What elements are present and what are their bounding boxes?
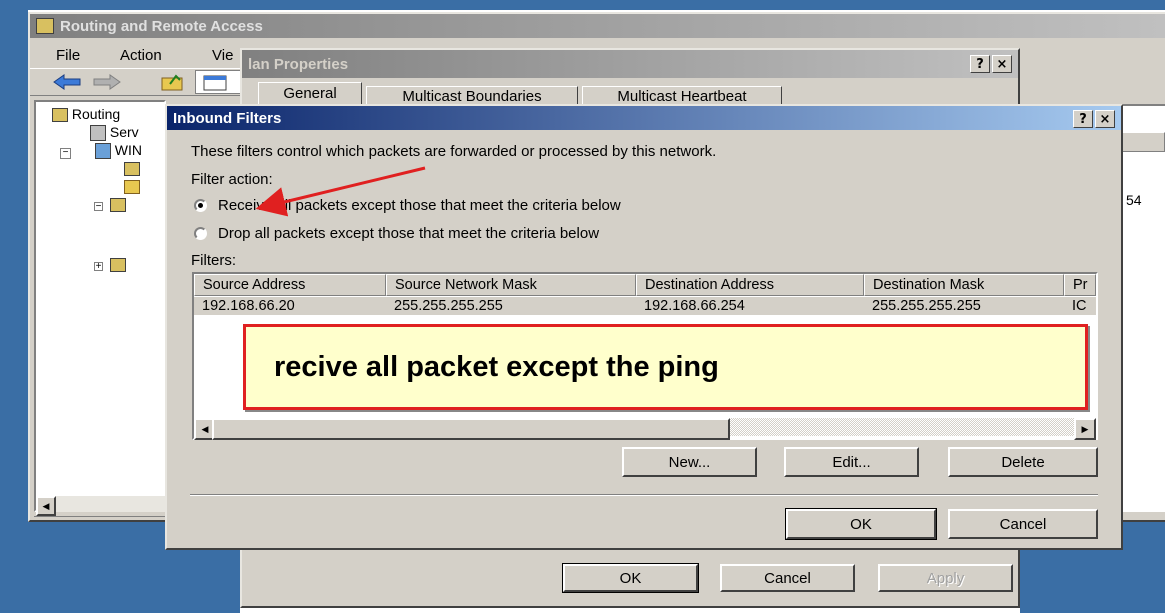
menu-file[interactable]: File [56, 47, 80, 64]
tree-hscrollbar[interactable]: ◀ [36, 496, 166, 516]
separator [190, 494, 1098, 496]
back-icon[interactable] [52, 72, 82, 92]
rras-title-bar[interactable]: Routing and Remote Access [30, 14, 1165, 38]
edit-filter-button[interactable]: Edit... [784, 447, 919, 477]
folder-icon[interactable] [124, 180, 140, 194]
tree-label-win: WIN [114, 142, 142, 158]
tab-multicast-heartbeat[interactable]: Multicast Heartbeat [582, 86, 782, 106]
help-button[interactable]: ? [1073, 110, 1093, 128]
inbound-filters-title-bar[interactable]: Inbound Filters [167, 106, 1121, 130]
tab-general-label: General [283, 85, 337, 102]
server-icon [94, 143, 111, 160]
close-button[interactable]: × [992, 55, 1012, 73]
cell-protocol: IC [1072, 298, 1087, 314]
collapse-icon[interactable]: − [94, 202, 103, 212]
server-icon [52, 108, 68, 123]
column-source-address[interactable]: Source Address [194, 274, 386, 296]
tree-label-server-status: Serv [109, 124, 139, 140]
tree-pane [34, 100, 166, 512]
details-column-header[interactable] [1122, 132, 1165, 152]
delete-filter-button[interactable]: Delete [948, 447, 1098, 477]
radio-drop[interactable] [194, 227, 207, 240]
tab-multicast-boundaries[interactable]: Multicast Boundaries [366, 86, 578, 106]
cell-source-mask: 255.255.255.255 [394, 298, 503, 314]
radio-drop-label[interactable]: Drop all packets except those that meet … [218, 225, 599, 242]
cell-destination-mask: 255.255.255.255 [872, 298, 981, 314]
network-interfaces-icon[interactable] [124, 162, 140, 176]
tree-item-server-status[interactable]: Serv [90, 124, 139, 142]
server-icon [36, 18, 54, 34]
props-ok-button[interactable]: OK [562, 563, 699, 593]
inbound-filters-title: Inbound Filters [173, 109, 282, 127]
list-hscrollbar[interactable]: ◀ ▶ [194, 418, 1096, 440]
desktop-background-top [0, 0, 1165, 10]
up-folder-icon[interactable] [160, 72, 184, 92]
rras-title: Routing and Remote Access [60, 17, 263, 35]
expand-icon[interactable]: + [94, 262, 103, 272]
filters-description: These filters control which packets are … [191, 143, 717, 160]
column-source-network-mask[interactable]: Source Network Mask [386, 274, 636, 296]
annotation-callout: recive all packet except the ping [243, 324, 1088, 410]
lan-properties-title: lan Properties [248, 55, 349, 73]
filters-label: Filters: [191, 252, 236, 269]
scroll-thumb[interactable] [212, 418, 730, 440]
tree-item-win[interactable]: − WIN [60, 142, 142, 160]
close-button[interactable]: × [1095, 110, 1115, 128]
radio-receive[interactable] [194, 199, 207, 212]
column-protocol[interactable]: Pr [1064, 274, 1096, 296]
scroll-right-button[interactable]: ▶ [1074, 418, 1096, 440]
annotation-callout-text: recive all packet except the ping [274, 350, 719, 383]
cell-source-address: 192.168.66.20 [202, 298, 295, 314]
filters-cancel-button[interactable]: Cancel [948, 509, 1098, 539]
column-destination-address[interactable]: Destination Address [636, 274, 864, 296]
menu-view[interactable]: Vie [212, 47, 233, 64]
status-bar [34, 516, 166, 517]
forward-icon[interactable] [92, 72, 122, 92]
help-button[interactable]: ? [970, 55, 990, 73]
ip-routing-icon[interactable] [110, 198, 126, 212]
column-destination-mask[interactable]: Destination Mask [864, 274, 1064, 296]
tab-multicast-boundaries-label: Multicast Boundaries [402, 88, 542, 105]
details-cell: 54 [1126, 192, 1142, 208]
props-cancel-button[interactable]: Cancel [720, 564, 855, 592]
filters-ok-button[interactable]: OK [785, 508, 937, 540]
menu-action[interactable]: Action [120, 47, 162, 64]
tree-item-routing[interactable]: Routing [52, 106, 121, 123]
details-pane [1120, 104, 1165, 512]
scroll-left-button[interactable]: ◀ [36, 496, 56, 516]
server-status-icon [90, 125, 106, 142]
annotation-arrow [255, 166, 426, 217]
collapse-icon[interactable]: − [60, 148, 71, 159]
props-apply-button[interactable]: Apply [878, 564, 1013, 592]
cell-destination-address: 192.168.66.254 [644, 298, 745, 314]
tab-general[interactable]: General [258, 82, 362, 106]
tab-multicast-heartbeat-label: Multicast Heartbeat [617, 88, 747, 105]
ipx-routing-icon[interactable] [110, 258, 126, 272]
lan-properties-title-bar[interactable]: lan Properties [242, 50, 1018, 78]
show-hide-tree-icon[interactable] [195, 70, 241, 94]
tree-label-routing: Routing [71, 106, 121, 122]
new-filter-button[interactable]: New... [622, 447, 757, 477]
